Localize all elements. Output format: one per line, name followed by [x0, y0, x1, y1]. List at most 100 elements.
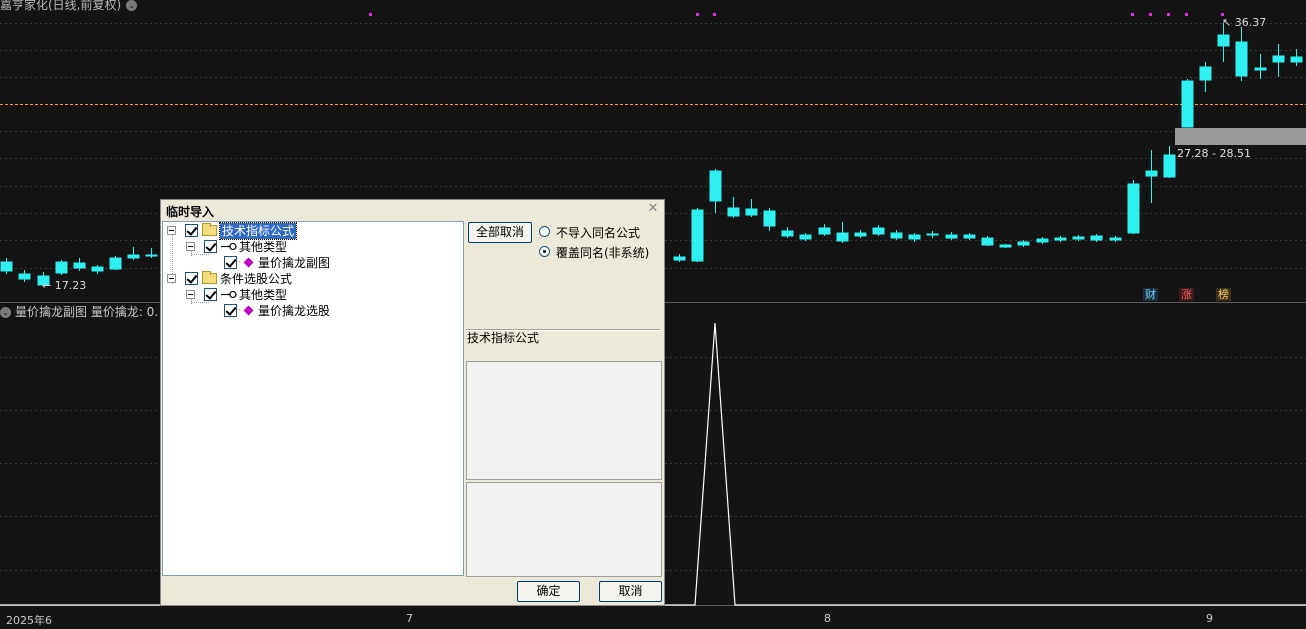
candle-body: [91, 266, 104, 272]
candle-body: [836, 232, 849, 242]
tree-node-label: 量价擒龙选股: [258, 304, 331, 318]
candle-body: [1181, 80, 1194, 128]
signal-dot: [369, 13, 372, 16]
ok-button[interactable]: 确定: [517, 581, 580, 602]
radio-overwrite[interactable]: [539, 246, 550, 257]
diamond-icon: [243, 305, 254, 316]
candle-body: [673, 256, 686, 261]
folder-icon: [202, 271, 217, 284]
radio-no-import-label[interactable]: 不导入同名公式: [556, 224, 640, 241]
candle-body: [109, 257, 122, 270]
time-axis-label: 8: [824, 612, 831, 625]
formula-type-label: 技术指标公式: [467, 331, 540, 345]
checkbox-checked-icon[interactable]: [224, 304, 237, 317]
candle-body: [963, 234, 976, 239]
tree-node-label: 其他类型: [239, 288, 288, 302]
candle-body: [854, 232, 867, 237]
candle-body: [1217, 34, 1230, 47]
checkbox-checked-icon[interactable]: [204, 240, 217, 253]
candle-body: [1235, 41, 1248, 77]
candle-body: [127, 254, 140, 259]
tree-node-label: 技术指标公式: [218, 222, 298, 240]
candle-body: [763, 210, 776, 227]
chevron-down-icon[interactable]: ⌄: [0, 307, 11, 318]
diamond-icon: [243, 257, 254, 268]
candle-body: [999, 244, 1012, 248]
candle-body: [1054, 237, 1067, 241]
candle-body: [0, 261, 13, 272]
signal-dot: [1167, 13, 1170, 16]
signal-dot: [1185, 13, 1188, 16]
signal-dot: [696, 13, 699, 16]
candle-body: [1017, 241, 1030, 246]
candle-body: [18, 273, 31, 280]
low-price-label: ← 17.23: [42, 279, 87, 292]
price-range-label: 27.28 - 28.51: [1177, 147, 1251, 160]
radio-overwrite-label[interactable]: 覆盖同名(非系统): [556, 244, 649, 261]
candle-body: [781, 230, 794, 237]
collapse-icon[interactable]: [186, 290, 195, 299]
formula-tree[interactable]: 技术指标公式 其他类型 · 量价擒龙副图 条件选股公式 其他类型 · 量价擒龙选…: [162, 221, 464, 576]
collapse-icon[interactable]: [167, 274, 176, 283]
folder-icon: [202, 223, 217, 236]
time-axis-label: 9: [1206, 612, 1213, 625]
candle-body: [1290, 56, 1303, 63]
signal-dot: [713, 13, 716, 16]
candle-body: [1036, 238, 1049, 243]
price-range-bar: [1175, 128, 1306, 145]
cancel-all-button[interactable]: 全部取消: [468, 222, 532, 243]
candle-body: [1163, 154, 1176, 178]
time-axis-label: 7: [406, 612, 413, 625]
cancel-button[interactable]: 取消: [599, 581, 662, 602]
candle-body: [799, 234, 812, 240]
candle-body: [1199, 66, 1212, 81]
key-icon: [221, 290, 237, 299]
candle-body: [945, 234, 958, 239]
candle-body: [981, 237, 994, 246]
candle-body: [55, 261, 68, 274]
candle-body: [745, 208, 758, 216]
formula-description-panel[interactable]: [466, 482, 662, 577]
temp-import-dialog: 临时导入 ✕ 技术指标公式 其他类型 · 量价擒龙副图 条件选股公式 其他类型 …: [160, 199, 665, 606]
high-price-label: ↖ 36.37: [1222, 16, 1267, 29]
candle-body: [1090, 235, 1103, 241]
candle-body: [73, 262, 86, 269]
candle-body: [872, 227, 885, 235]
candle-body: [1254, 67, 1267, 71]
candle-body: [709, 170, 722, 202]
candle-body: [818, 227, 831, 235]
tree-node-label: 其他类型: [239, 240, 288, 254]
tree-node-label: 量价擒龙副图: [258, 256, 331, 270]
checkbox-checked-icon[interactable]: [204, 288, 217, 301]
candle-body: [926, 233, 939, 236]
tree-node-label: 条件选股公式: [220, 272, 293, 286]
candle-body: [1127, 183, 1140, 234]
dialog-titlebar[interactable]: 临时导入 ✕: [161, 200, 664, 219]
chart-title: 嘉亨家化(日线,前复权) ⌄: [0, 0, 138, 12]
candle-body: [691, 209, 704, 262]
candle-body: [1145, 170, 1158, 177]
candle-body: [1109, 237, 1122, 241]
candle-body: [908, 234, 921, 240]
collapse-icon[interactable]: [186, 242, 195, 251]
checkbox-checked-icon[interactable]: [185, 224, 198, 237]
signal-dot: [1149, 13, 1152, 16]
radio-no-import[interactable]: [539, 226, 550, 237]
collapse-icon[interactable]: [167, 226, 176, 235]
candle-body: [890, 232, 903, 239]
formula-preview-panel[interactable]: [466, 361, 662, 480]
signal-dot: [1131, 13, 1134, 16]
checkbox-checked-icon[interactable]: [185, 272, 198, 285]
chevron-down-icon[interactable]: ⌄: [126, 0, 138, 11]
limit-up-badge[interactable]: 涨: [1179, 288, 1194, 301]
candle-body: [1072, 236, 1085, 240]
close-icon[interactable]: ✕: [646, 202, 660, 216]
finance-badge[interactable]: 财: [1143, 288, 1158, 301]
candle-body: [145, 254, 158, 257]
ranking-badge[interactable]: 榜: [1216, 288, 1231, 301]
dialog-title: 临时导入: [166, 205, 215, 219]
checkbox-checked-icon[interactable]: [224, 256, 237, 269]
sub-chart-title: ⌄ 量价擒龙副图 量价擒龙: 0.: [0, 303, 158, 320]
key-icon: [221, 242, 237, 251]
time-axis-label: 2025年6: [6, 614, 52, 627]
